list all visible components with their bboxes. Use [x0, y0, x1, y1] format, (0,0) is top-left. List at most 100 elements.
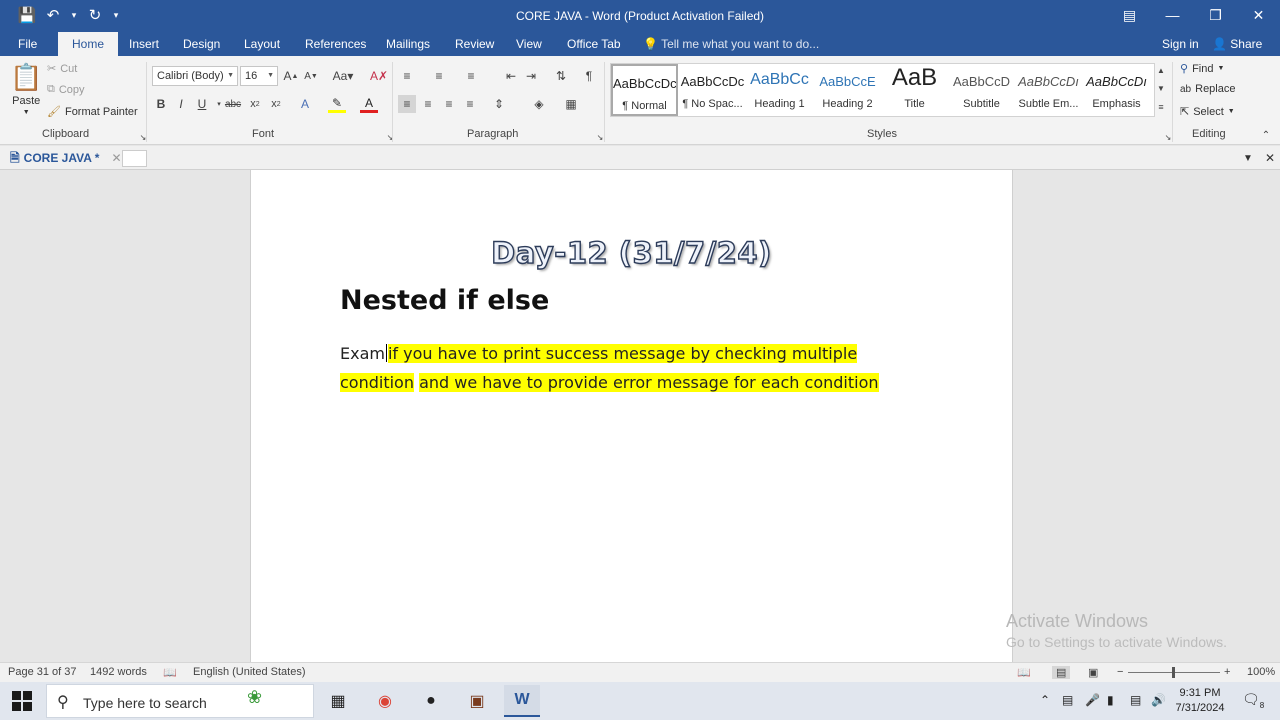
new-tab-button[interactable]: [122, 150, 147, 167]
style-emphasis[interactable]: AaBbCcDı Emphasis: [1083, 64, 1150, 116]
tab-review[interactable]: Review: [455, 32, 494, 56]
align-right-icon[interactable]: ≡: [440, 95, 458, 113]
notifications-icon[interactable]: 🗨8: [1242, 691, 1264, 710]
superscript-icon[interactable]: x2: [267, 95, 285, 113]
clear-formatting-icon[interactable]: A✗: [370, 67, 388, 85]
font-color-icon[interactable]: A: [360, 95, 378, 113]
taskbar-search-box[interactable]: ⚲ Type here to search ❀: [46, 684, 314, 718]
styles-launcher-icon[interactable]: ↘: [1159, 128, 1177, 146]
tab-references[interactable]: References: [305, 32, 366, 56]
show-marks-icon[interactable]: ¶: [580, 67, 598, 85]
subscript-icon[interactable]: x2: [246, 95, 264, 113]
tray-app-icon[interactable]: ▤: [1062, 693, 1073, 707]
document-tab[interactable]: 🗎 CORE JAVA * ✕: [4, 148, 128, 168]
web-layout-icon[interactable]: ▣: [1088, 666, 1098, 679]
borders-icon[interactable]: ▦: [562, 95, 580, 113]
close-button[interactable]: ✕: [1237, 0, 1280, 30]
tab-office-tab[interactable]: Office Tab: [567, 32, 621, 56]
proofing-icon[interactable]: 📖: [163, 666, 177, 679]
tab-layout[interactable]: Layout: [244, 32, 280, 56]
select-button[interactable]: ⇱ Select ▼: [1180, 105, 1235, 119]
task-view-icon[interactable]: ▦: [320, 685, 356, 717]
style-normal[interactable]: AaBbCcDc ¶ Normal: [611, 64, 678, 116]
style-heading-1[interactable]: AaBbCc Heading 1: [746, 64, 813, 116]
multilevel-list-icon[interactable]: ≡: [462, 67, 480, 85]
show-hidden-icons-icon[interactable]: ⌃: [1040, 693, 1050, 707]
line-spacing-icon[interactable]: ⇕: [490, 95, 508, 113]
increase-indent-icon[interactable]: ⇥: [522, 67, 540, 85]
close-all-icon[interactable]: ✕: [1262, 150, 1278, 166]
zoom-slider-thumb[interactable]: [1172, 667, 1175, 678]
chrome-icon[interactable]: ◉: [367, 685, 403, 717]
print-layout-icon[interactable]: ▤: [1052, 666, 1071, 679]
ribbon-display-options-icon[interactable]: ▤: [1108, 0, 1151, 30]
tab-insert[interactable]: Insert: [129, 32, 159, 56]
page-count[interactable]: Page 31 of 37: [8, 666, 77, 678]
justify-icon[interactable]: ≡: [461, 95, 479, 113]
font-size-combo[interactable]: 16 ▼: [240, 66, 278, 86]
share-button[interactable]: 👤 Share: [1212, 32, 1262, 56]
cut-button[interactable]: ✂ Cut: [47, 62, 77, 76]
sort-icon[interactable]: ⇅: [552, 67, 570, 85]
battery-icon[interactable]: ▮: [1107, 693, 1114, 707]
zoom-level[interactable]: 100%: [1247, 666, 1275, 678]
style-subtle-emphasis[interactable]: AaBbCcDı Subtle Em...: [1015, 64, 1082, 116]
text-effects-icon[interactable]: A: [296, 95, 314, 113]
styles-scroll-up-icon[interactable]: ▲: [1152, 63, 1170, 77]
close-tab-icon[interactable]: ✕: [111, 148, 121, 168]
bold-icon[interactable]: B: [152, 95, 170, 113]
document-page[interactable]: Day-12 (31/7/24) Nested if else Exam if y…: [250, 170, 1013, 662]
tab-file[interactable]: File: [18, 32, 37, 56]
shrink-font-icon[interactable]: A ▼: [302, 67, 320, 85]
font-name-combo[interactable]: Calibri (Body) ▼: [152, 66, 238, 86]
word-taskbar-icon[interactable]: W: [504, 685, 540, 717]
zoom-in-icon[interactable]: +: [1224, 666, 1230, 678]
style-title[interactable]: AaB Title: [881, 64, 948, 116]
microphone-icon[interactable]: 🎤: [1085, 693, 1100, 707]
style-heading-2[interactable]: AaBbCcE Heading 2: [814, 64, 881, 116]
tab-design[interactable]: Design: [183, 32, 220, 56]
strikethrough-icon[interactable]: abc: [224, 95, 242, 113]
grow-font-icon[interactable]: A ▲: [282, 67, 300, 85]
numbering-icon[interactable]: ≡: [430, 67, 448, 85]
replace-button[interactable]: ab Replace: [1180, 83, 1235, 95]
sign-in-link[interactable]: Sign in: [1162, 32, 1199, 56]
align-left-icon[interactable]: ≡: [398, 95, 416, 113]
font-launcher-icon[interactable]: ↘: [381, 128, 399, 146]
paragraph-launcher-icon[interactable]: ↘: [591, 128, 609, 146]
network-icon[interactable]: ▤: [1130, 693, 1141, 707]
bullets-icon[interactable]: ≡: [398, 67, 416, 85]
style-no-spacing[interactable]: AaBbCcDc ¶ No Spac...: [679, 64, 746, 116]
style-subtitle[interactable]: AaBbCcD Subtitle: [948, 64, 1015, 116]
styles-scroll-down-icon[interactable]: ▼: [1152, 81, 1170, 95]
paste-button[interactable]: 📋 Paste ▼: [10, 62, 42, 116]
word-count[interactable]: 1492 words: [90, 666, 147, 678]
align-center-icon[interactable]: ≡: [419, 95, 437, 113]
find-button[interactable]: ⚲ Find ▼: [1180, 62, 1224, 76]
clipboard-launcher-icon[interactable]: ↘: [134, 128, 152, 146]
windows-start-icon[interactable]: [12, 691, 32, 711]
tab-mailings[interactable]: Mailings: [386, 32, 430, 56]
tell-me-box[interactable]: 💡 Tell me what you want to do...: [643, 32, 819, 56]
copy-button[interactable]: ⧉ Copy: [47, 83, 85, 96]
change-case-icon[interactable]: Aa▾: [330, 67, 356, 85]
highlight-icon[interactable]: ✎: [328, 95, 346, 113]
tab-list-dropdown-icon[interactable]: ▼: [1240, 150, 1256, 166]
system-clock[interactable]: 9:31 PM 7/31/2024: [1168, 686, 1232, 716]
app-icon[interactable]: ▣: [459, 685, 495, 717]
tab-home[interactable]: Home: [58, 32, 119, 56]
minimize-button[interactable]: —: [1151, 0, 1194, 30]
decrease-indent-icon[interactable]: ⇤: [502, 67, 520, 85]
italic-icon[interactable]: I: [172, 95, 190, 113]
format-painter-button[interactable]: 🖌 Format Painter: [47, 105, 138, 119]
tab-view[interactable]: View: [516, 32, 542, 56]
maximize-button[interactable]: ❐: [1194, 0, 1237, 30]
obs-icon[interactable]: ●: [413, 685, 449, 717]
read-mode-icon[interactable]: 📖: [1017, 666, 1031, 679]
volume-icon[interactable]: 🔊: [1151, 693, 1166, 707]
styles-more-icon[interactable]: ≡: [1152, 99, 1170, 115]
underline-icon[interactable]: U: [193, 95, 211, 113]
language-indicator[interactable]: English (United States): [193, 666, 306, 678]
shading-icon[interactable]: ◈: [530, 95, 548, 113]
zoom-out-icon[interactable]: −: [1117, 666, 1123, 678]
